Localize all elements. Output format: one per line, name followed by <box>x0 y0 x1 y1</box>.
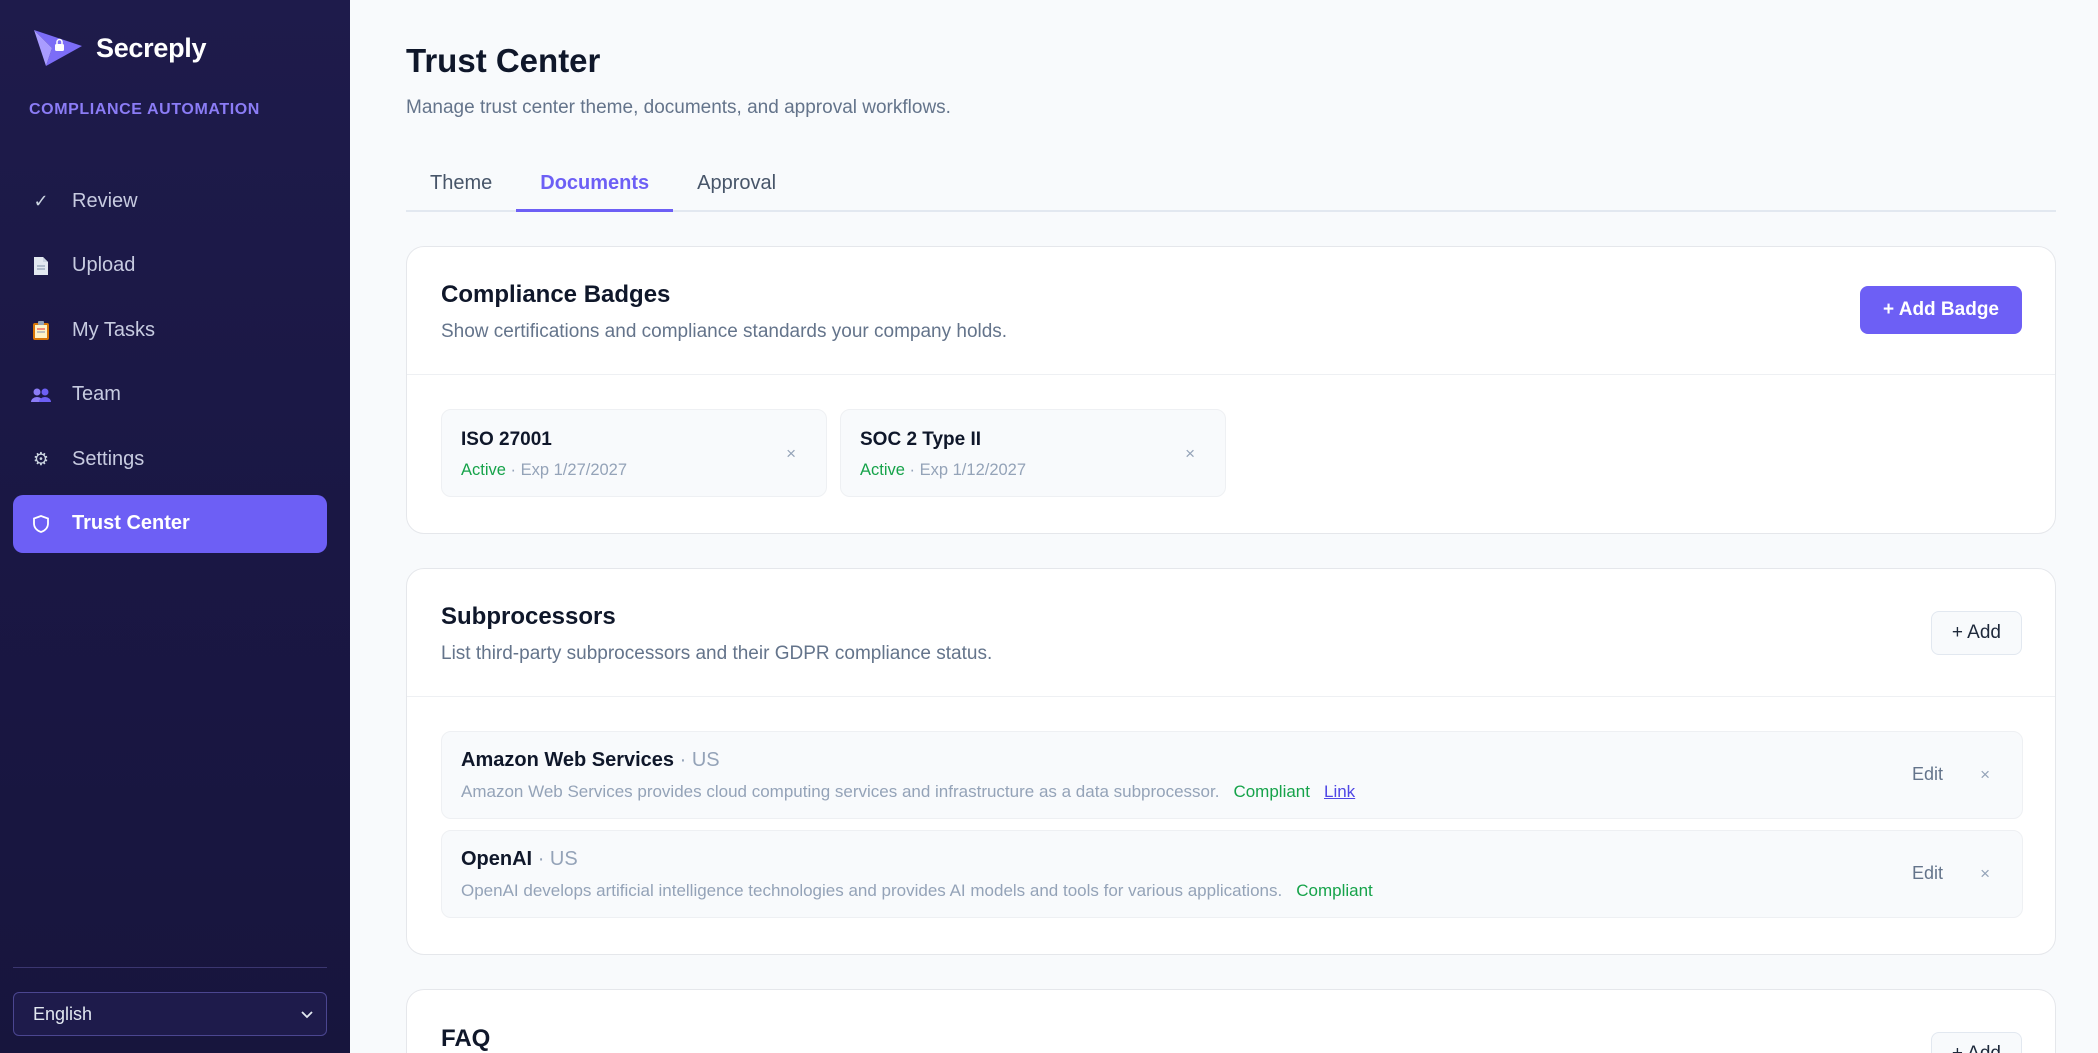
section-title: Subprocessors <box>441 603 616 630</box>
chevron-down-icon <box>301 1011 313 1019</box>
compliance-badges-card: Compliance Badges Show certifications an… <box>406 246 2056 534</box>
tab-approval[interactable]: Approval <box>673 160 800 212</box>
subprocessor-name-text: Amazon Web Services <box>461 749 675 771</box>
badge-name: SOC 2 Type II <box>860 429 982 450</box>
section-description: Show certifications and compliance stand… <box>441 321 1008 342</box>
sidebar-item-label: Review <box>72 189 138 212</box>
add-faq-button[interactable]: + Add <box>1930 1032 2022 1053</box>
brand[interactable]: Secreply <box>32 28 206 68</box>
list-item: OpenAI · US OpenAI develops artificial i… <box>441 830 2023 918</box>
sidebar-item-label: Upload <box>72 254 136 276</box>
subprocessor-link[interactable]: Link <box>1324 782 1355 801</box>
edit-button[interactable]: Edit <box>1912 764 1943 785</box>
subprocessor-location: · US <box>679 749 720 771</box>
tab-theme[interactable]: Theme <box>406 160 516 212</box>
section-title: Compliance Badges <box>441 281 671 308</box>
add-badge-button[interactable]: + Add Badge <box>1860 286 2022 334</box>
card-header: Compliance Badges Show certifications an… <box>407 247 2055 375</box>
brand-tagline: COMPLIANCE AUTOMATION <box>29 101 260 118</box>
faq-card: FAQ + Add <box>406 989 2056 1053</box>
sidebar-item-review[interactable]: ✓ Review <box>13 172 327 230</box>
subprocessor-location: · US <box>537 848 578 870</box>
language-select-value: English <box>33 1003 93 1024</box>
language-select[interactable]: English <box>13 992 327 1036</box>
remove-subprocessor-close-icon[interactable]: × <box>1980 864 1990 884</box>
subprocessors-card: Subprocessors List third-party subproces… <box>406 568 2056 955</box>
subprocessor-name: Amazon Web Services · US <box>461 749 720 772</box>
compliance-status: Compliant <box>1296 881 1373 900</box>
remove-subprocessor-close-icon[interactable]: × <box>1980 765 1990 785</box>
section-description: List third-party subprocessors and their… <box>441 643 993 664</box>
sidebar-item-label: Settings <box>72 447 145 470</box>
sidebar-item-settings[interactable]: ⚙ Settings <box>13 430 327 488</box>
subprocessor-details: OpenAI develops artificial intelligence … <box>461 881 1373 901</box>
subprocessor-name-text: OpenAI <box>461 848 533 870</box>
badge-status: Active <box>461 461 506 479</box>
subprocessor-list: Amazon Web Services · US Amazon Web Serv… <box>441 731 2023 929</box>
sidebar-item-team[interactable]: Team <box>13 366 327 424</box>
edit-button[interactable]: Edit <box>1912 863 1943 884</box>
card-header: Subprocessors List third-party subproces… <box>407 569 2055 697</box>
check-icon: ✓ <box>33 190 49 211</box>
badge-expiry: · Exp 1/12/2027 <box>909 461 1027 479</box>
badge-item: SOC 2 Type II Active · Exp 1/12/2027 × <box>840 409 1226 497</box>
add-subprocessor-button[interactable]: + Add <box>1930 611 2022 655</box>
sidebar: Secreply COMPLIANCE AUTOMATION ✓ Review … <box>0 0 350 1053</box>
remove-badge-close-icon[interactable]: × <box>1185 444 1195 464</box>
compliance-status: Compliant <box>1233 782 1310 801</box>
badge-list: ISO 27001 Active · Exp 1/27/2027 × SOC 2… <box>441 409 1226 497</box>
shield-icon <box>29 512 53 536</box>
gear-icon: ⚙ <box>32 448 50 469</box>
badge-name: ISO 27001 <box>461 429 552 450</box>
sidebar-divider <box>13 967 327 968</box>
badge-item: ISO 27001 Active · Exp 1/27/2027 × <box>441 409 827 497</box>
sidebar-item-trust-center[interactable]: Trust Center <box>13 494 327 553</box>
page-title: Trust Center <box>406 42 601 79</box>
brand-name: Secreply <box>96 32 207 63</box>
clipboard-icon <box>29 318 53 342</box>
sidebar-item-my-tasks[interactable]: My Tasks <box>13 301 327 359</box>
tab-documents[interactable]: Documents <box>516 160 674 212</box>
page-subtitle: Manage trust center theme, documents, an… <box>406 97 951 118</box>
brand-logo-icon <box>34 30 82 66</box>
sidebar-item-label: My Tasks <box>72 318 155 341</box>
subprocessor-description: OpenAI develops artificial intelligence … <box>461 881 1283 900</box>
badge-status: Active <box>860 461 905 479</box>
sidebar-item-label: Trust Center <box>72 512 190 534</box>
sidebar-item-label: Team <box>72 383 121 405</box>
tab-bar: Theme Documents Approval <box>406 160 2056 212</box>
subprocessor-name: OpenAI · US <box>461 848 578 871</box>
badge-meta: Active · Exp 1/12/2027 <box>860 461 1026 480</box>
document-icon <box>29 254 53 278</box>
subprocessor-description: Amazon Web Services provides cloud compu… <box>461 782 1220 801</box>
sidebar-nav: ✓ Review Upload My Tasks Team ⚙ Settings <box>13 172 327 559</box>
list-item: Amazon Web Services · US Amazon Web Serv… <box>441 731 2023 819</box>
sidebar-item-upload[interactable]: Upload <box>13 237 327 295</box>
badge-expiry: · Exp 1/27/2027 <box>510 461 628 479</box>
remove-badge-close-icon[interactable]: × <box>786 444 796 464</box>
section-title: FAQ <box>441 1025 491 1052</box>
people-icon <box>29 383 53 407</box>
subprocessor-details: Amazon Web Services provides cloud compu… <box>461 782 1355 802</box>
badge-meta: Active · Exp 1/27/2027 <box>461 461 627 480</box>
